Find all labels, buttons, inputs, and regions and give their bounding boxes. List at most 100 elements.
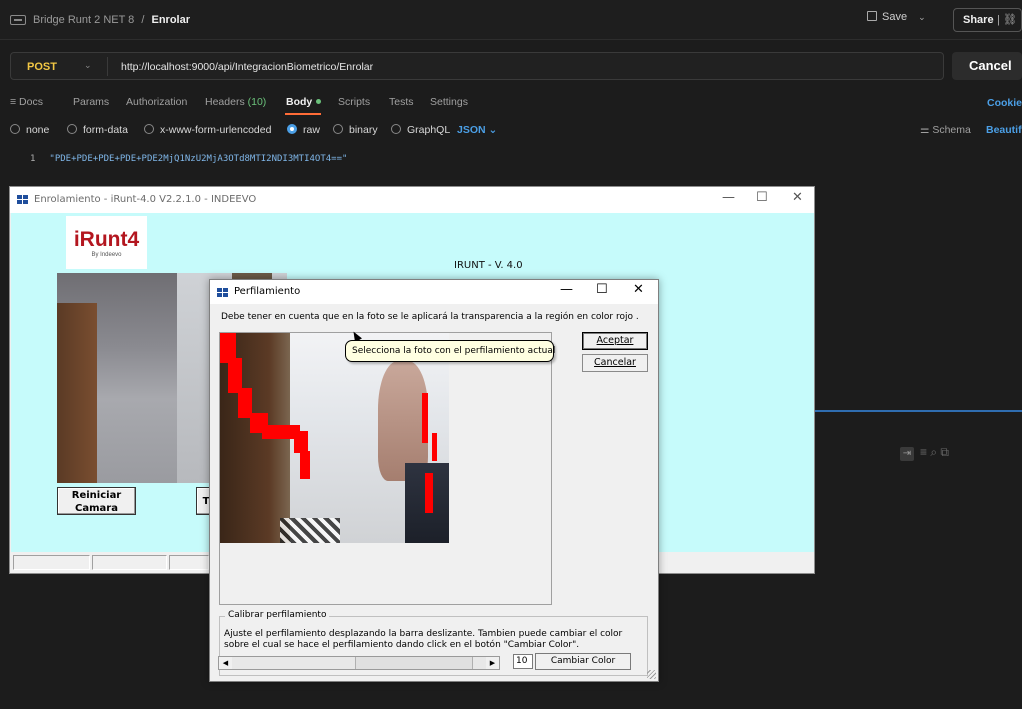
profile-photo[interactable] xyxy=(220,333,449,543)
cancelar-label: Cancelar xyxy=(594,357,636,368)
radio-graphql[interactable]: GraphQL xyxy=(391,124,450,136)
postman-header: Bridge Runt 2 NET 8 / Enrolar Save ⌄ Sha… xyxy=(0,0,1022,40)
breadcrumb-parent[interactable]: Bridge Runt 2 NET 8 xyxy=(33,14,134,26)
chevron-down-icon[interactable]: ⌄ xyxy=(84,60,92,71)
response-toolbar: ⇥ ≡ ⌕ ⧉ xyxy=(900,445,949,461)
headers-count: (10) xyxy=(247,96,267,108)
radio-none[interactable]: none xyxy=(10,124,49,136)
irunt-logo: iRunt4 By Indeevo xyxy=(66,216,147,269)
tab-body-label: Body xyxy=(286,96,313,108)
scroll-left-icon[interactable]: ◀ xyxy=(219,657,232,669)
radio-icon xyxy=(144,124,154,134)
status-cell xyxy=(13,555,90,570)
radio-urlencoded[interactable]: x-www-form-urlencoded xyxy=(144,124,271,136)
dialog-note: Debe tener en cuenta que en la foto se l… xyxy=(221,312,639,322)
search-icon[interactable]: ⌕ xyxy=(930,445,940,459)
code-string[interactable]: "PDE+PDE+PDE+PDE+PDE2MjQ1NzU2MjA3OTd8MTI… xyxy=(49,154,347,164)
link-icon[interactable]: | ⛓ xyxy=(997,13,1017,26)
logo-text: iRunt4 xyxy=(73,228,140,251)
radio-binary[interactable]: binary xyxy=(333,124,378,136)
scroll-right-icon[interactable]: ▶ xyxy=(486,657,499,669)
window-logo-icon xyxy=(217,288,228,298)
maximize-icon[interactable]: ☐ xyxy=(756,190,768,205)
status-cell xyxy=(169,555,209,570)
share-label: Share xyxy=(963,14,994,26)
minimize-icon[interactable]: — xyxy=(560,282,573,297)
url-input[interactable]: http://localhost:9000/api/IntegracionBio… xyxy=(121,61,373,73)
radio-graphql-label: GraphQL xyxy=(407,124,451,136)
slider-value-field[interactable]: 10 xyxy=(513,654,533,669)
cancelar-button[interactable]: Cancelar xyxy=(582,354,648,372)
radio-icon xyxy=(333,124,343,134)
photo-floor xyxy=(280,518,340,543)
code-editor-line[interactable]: 1 "PDE+PDE+PDE+PDE+PDE2MjQ1NzU2MjA3OTd8MT… xyxy=(30,154,347,164)
photo-frame xyxy=(219,332,552,605)
cancel-button[interactable]: Cancel xyxy=(952,52,1022,80)
copy-icon[interactable]: ⧉ xyxy=(940,445,949,459)
aceptar-button[interactable]: Aceptar xyxy=(582,332,648,350)
schema-icon: ⚌ xyxy=(920,124,933,136)
slider-thumb[interactable] xyxy=(355,657,473,669)
resize-grip-icon[interactable] xyxy=(647,670,656,679)
enrol-title: Enrolamiento - iRunt-4.0 V2.2.1.0 - INDE… xyxy=(34,194,257,205)
window-logo-icon xyxy=(17,195,28,205)
tab-scripts[interactable]: Scripts xyxy=(338,96,370,108)
wrap-icon[interactable]: ⇥ xyxy=(900,447,914,461)
save-disk-icon xyxy=(867,11,877,21)
aceptar-label: Aceptar xyxy=(596,335,634,346)
red-region xyxy=(425,473,433,513)
tab-docs[interactable]: ≡ Docs xyxy=(10,96,43,108)
calibrar-legend: Calibrar perfilamiento xyxy=(225,610,330,620)
tab-headers-label: Headers xyxy=(205,96,245,108)
red-region xyxy=(432,433,437,461)
dialog-title: Perfilamiento xyxy=(234,286,301,297)
enrol-titlebar[interactable]: Enrolamiento - iRunt-4.0 V2.2.1.0 - INDE… xyxy=(10,187,814,213)
body-type-options: none form-data x-www-form-urlencoded raw… xyxy=(0,124,1022,140)
calibration-slider[interactable]: ◀ ▶ xyxy=(218,656,500,670)
close-icon[interactable]: ✕ xyxy=(633,282,644,297)
red-region xyxy=(294,431,308,453)
radio-icon xyxy=(391,124,401,134)
radio-raw-label: raw xyxy=(303,124,320,136)
cambiar-color-button[interactable]: Cambiar Color xyxy=(535,653,631,670)
beautify-button[interactable]: Beautify xyxy=(986,124,1022,136)
workspace-icon xyxy=(10,15,26,25)
method-select[interactable]: POST xyxy=(27,61,57,73)
breadcrumb-separator: / xyxy=(141,14,145,26)
photo-tooltip: Selecciona la foto con el perfilamiento … xyxy=(345,340,555,362)
radio-urlencoded-label: x-www-form-urlencoded xyxy=(160,124,272,136)
tab-settings[interactable]: Settings xyxy=(430,96,468,108)
filter-icon[interactable]: ≡ xyxy=(920,445,930,459)
chevron-down-icon[interactable]: ⌄ xyxy=(918,12,926,22)
radio-form-data[interactable]: form-data xyxy=(67,124,128,136)
close-icon[interactable]: ✕ xyxy=(792,190,803,205)
docs-icon: ≡ xyxy=(10,96,20,108)
reiniciar-camara-button[interactable]: Reiniciar Camara xyxy=(57,487,136,515)
save-button[interactable]: Save ⌄ xyxy=(867,11,943,31)
tab-params[interactable]: Params xyxy=(73,96,109,108)
logo-by: By Indeevo xyxy=(91,252,122,258)
share-button[interactable]: Share | ⛓ xyxy=(953,8,1022,32)
cookies-link[interactable]: Cookies xyxy=(987,97,1022,109)
tab-authorization[interactable]: Authorization xyxy=(126,96,187,108)
schema-button[interactable]: ⚌ Schema xyxy=(920,124,971,136)
divider xyxy=(107,57,108,76)
dialog-titlebar[interactable]: Perfilamiento — ☐ ✕ xyxy=(210,280,658,304)
radio-binary-label: binary xyxy=(349,124,378,136)
minimize-icon[interactable]: — xyxy=(722,190,735,205)
chevron-down-icon: ⌄ xyxy=(488,124,498,136)
radio-raw[interactable]: raw xyxy=(287,124,320,136)
radio-icon xyxy=(67,124,77,134)
radio-icon xyxy=(10,124,20,134)
tab-headers[interactable]: Headers (10) xyxy=(205,96,266,108)
tab-tests[interactable]: Tests xyxy=(389,96,414,108)
active-tab-underline xyxy=(285,113,321,115)
json-format-select[interactable]: JSON ⌄ xyxy=(457,124,497,136)
maximize-icon[interactable]: ☐ xyxy=(596,282,608,297)
breadcrumb: Bridge Runt 2 NET 8 / Enrolar xyxy=(33,14,190,26)
request-tabs: ≡ Docs Params Authorization Headers (10)… xyxy=(0,96,1022,118)
breadcrumb-current[interactable]: Enrolar xyxy=(151,14,190,26)
tab-body[interactable]: Body xyxy=(286,96,322,108)
response-divider xyxy=(815,410,1022,412)
radio-form-data-label: form-data xyxy=(83,124,128,136)
